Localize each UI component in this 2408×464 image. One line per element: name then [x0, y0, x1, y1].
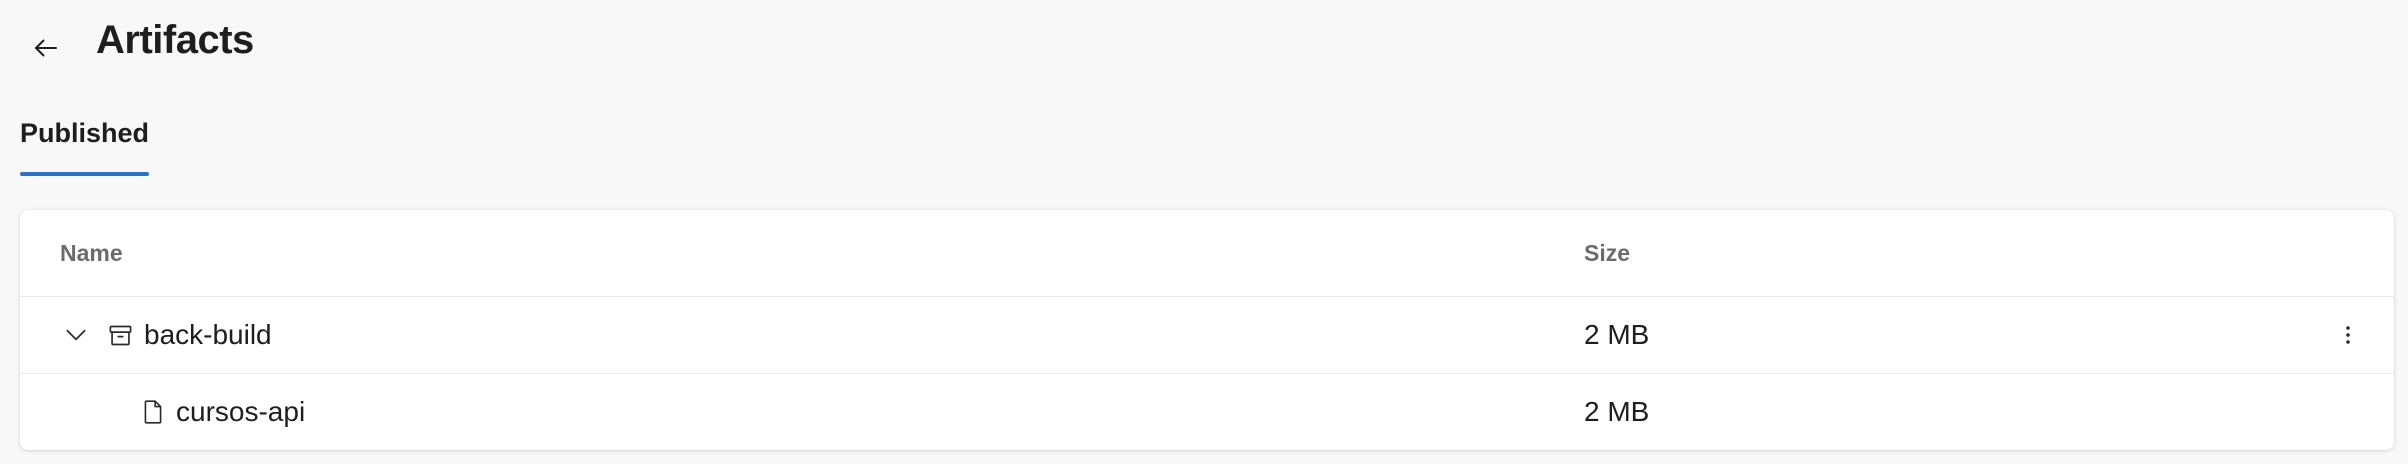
table-header-row: Name Size	[20, 210, 2394, 297]
archive-icon	[102, 315, 138, 355]
artifact-size: 2 MB	[1584, 396, 1650, 427]
column-header-name[interactable]: Name	[60, 210, 123, 296]
file-icon	[136, 392, 170, 432]
arrow-left-icon	[35, 39, 57, 57]
tab-selected-indicator	[20, 172, 150, 176]
artifacts-page: Artifacts Published Name Size back-build…	[0, 0, 2408, 464]
tab-published[interactable]: Published	[20, 108, 150, 178]
artifact-name[interactable]: cursos-api	[176, 374, 305, 450]
chevron-down-icon[interactable]	[56, 315, 96, 355]
table-row[interactable]: cursos-api 2 MB	[20, 374, 2394, 450]
back-button[interactable]	[22, 28, 70, 68]
artifacts-table: Name Size back-build 2 MB cursos-api 2 M…	[20, 210, 2394, 450]
more-options-icon[interactable]	[2328, 315, 2368, 355]
tab-label: Published	[20, 118, 150, 148]
page-title: Artifacts	[96, 18, 254, 62]
artifact-size: 2 MB	[1584, 319, 1650, 350]
artifact-name[interactable]: back-build	[144, 297, 272, 373]
table-row[interactable]: back-build 2 MB	[20, 297, 2394, 374]
column-header-size[interactable]: Size	[1584, 210, 1630, 296]
